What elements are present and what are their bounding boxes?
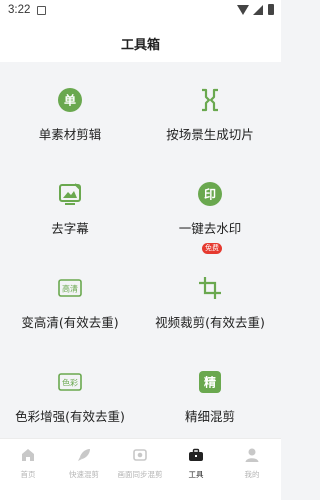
tool-label: 去字幕 (51, 221, 89, 236)
fine-mix-icon: 精 (199, 371, 221, 393)
tool-remove-subtitle[interactable]: 去字幕 (0, 156, 140, 250)
tool-label: 按场景生成切片 (166, 127, 254, 142)
tool-hd[interactable]: 高清 变高清(有效去重) (0, 250, 140, 344)
tool-label: 色彩增强(有效去重) (15, 409, 125, 424)
rocket-icon (78, 449, 90, 461)
tool-scene-slice[interactable]: 按场景生成切片 (140, 62, 280, 156)
bottom-nav: 首页 快速混剪 画面同步混剪 工具 我的 (0, 438, 281, 500)
tool-label: 精细混剪 (184, 409, 235, 424)
nav-quick-mix[interactable]: 快速混剪 (56, 439, 112, 500)
remove-subtitle-icon (59, 183, 81, 205)
tool-single-material[interactable]: 单 单素材剪辑 (0, 62, 140, 156)
status-bar: 3:22 (0, 0, 281, 22)
nav-tools[interactable]: 工具 (168, 439, 224, 500)
scene-slice-icon (202, 88, 218, 112)
svg-text:单: 单 (64, 93, 76, 108)
nav-label: 首页 (20, 470, 36, 479)
tool-video-crop[interactable]: 视频裁剪(有效去重) (140, 250, 280, 344)
nav-label: 我的 (244, 470, 260, 479)
nav-sync-mix[interactable]: 画面同步混剪 (112, 439, 168, 500)
page-title: 工具箱 (120, 38, 160, 53)
wifi-icon (237, 5, 249, 15)
nav-label: 工具 (188, 470, 204, 479)
nav-label: 快速混剪 (69, 470, 99, 479)
notification-icon (37, 6, 46, 15)
svg-text:印: 印 (204, 188, 216, 202)
profile-icon (245, 448, 259, 462)
remove-watermark-icon: 印 (198, 182, 222, 206)
crop-icon (199, 277, 221, 299)
nav-profile[interactable]: 我的 (224, 439, 280, 500)
tool-fine-mix[interactable]: 精 精细混剪 (140, 344, 280, 438)
sync-icon (133, 449, 147, 461)
nav-label: 画面同步混剪 (117, 470, 163, 479)
tool-label: 一键去水印 (178, 221, 242, 236)
signal-icon (253, 5, 263, 15)
status-time: 3:22 (8, 4, 31, 16)
color-enhance-icon: 色彩 (58, 373, 82, 391)
toolbox-icon (189, 448, 203, 461)
tool-label: 视频裁剪(有效去重) (155, 315, 265, 330)
nav-home[interactable]: 首页 (0, 439, 56, 500)
tool-color-enhance[interactable]: 色彩 色彩增强(有效去重) (0, 344, 140, 438)
svg-text:精: 精 (204, 375, 216, 390)
tool-label: 变高清(有效去重) (21, 315, 119, 330)
battery-icon (268, 4, 274, 15)
tool-remove-watermark[interactable]: 印 一键去水印 (140, 156, 280, 250)
title-bar: 工具箱 (0, 22, 281, 62)
color-icon-text: 色彩 (62, 378, 78, 388)
hd-icon-text: 高清 (62, 284, 78, 294)
home-icon (22, 449, 34, 461)
hd-icon: 高清 (58, 279, 82, 297)
tool-label: 单素材剪辑 (38, 127, 102, 142)
tool-grid: 单 单素材剪辑 按场景生成切片 去字幕 印 一键去水印 免费 高清 变高清(有效… (0, 62, 281, 438)
single-material-icon: 单 (58, 88, 82, 112)
